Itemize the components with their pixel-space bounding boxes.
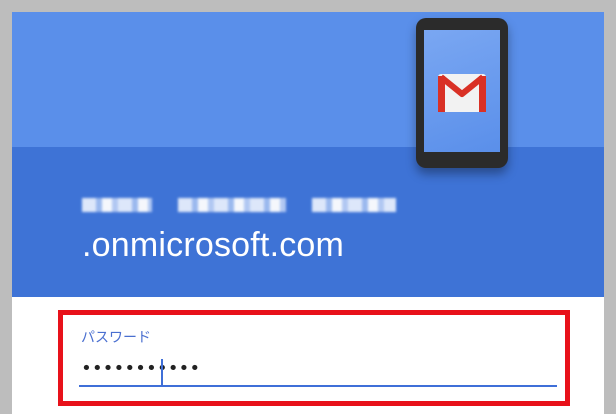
password-input[interactable] [79, 351, 557, 387]
password-label: パスワード [81, 330, 151, 346]
screenshot-frame: .onmicrosoft.com パスワード [0, 0, 616, 414]
redacted-account-name-part [178, 198, 286, 212]
header-top-band [12, 12, 604, 147]
phone-illustration [416, 18, 508, 168]
redacted-account-name [82, 198, 152, 212]
login-screen: .onmicrosoft.com パスワード [12, 12, 604, 414]
phone-screen [424, 30, 500, 152]
account-domain: .onmicrosoft.com [82, 226, 345, 264]
text-caret [161, 359, 163, 385]
gmail-logo-icon [438, 74, 486, 112]
password-field-highlight: パスワード [58, 310, 570, 406]
account-header [12, 147, 604, 297]
redacted-account-name-part [312, 198, 396, 212]
